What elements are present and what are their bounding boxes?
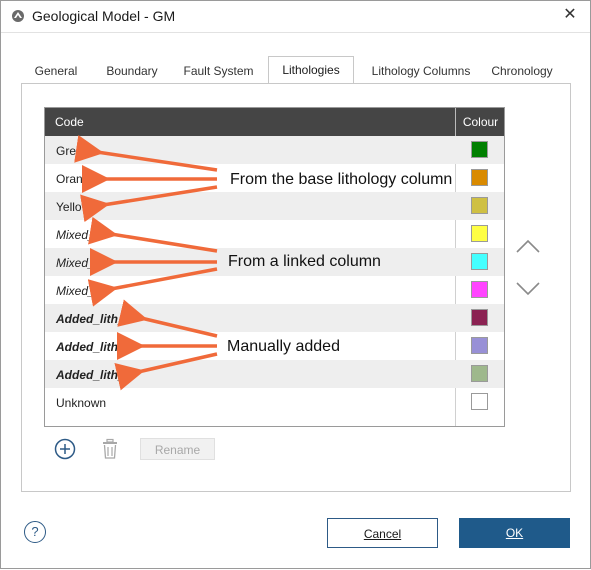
lithology-code: Yellow: [56, 200, 91, 214]
colour-swatch[interactable]: [471, 393, 488, 410]
chevron-down-icon[interactable]: [515, 280, 541, 298]
lithology-code: Added_lith_A: [56, 312, 134, 326]
table-row[interactable]: Yellow: [45, 192, 504, 220]
rename-button[interactable]: Rename: [140, 438, 215, 460]
chevron-up-icon[interactable]: [515, 237, 541, 255]
title-bar: Geological Model - GM ✕: [1, 1, 590, 33]
colour-swatch[interactable]: [471, 253, 488, 270]
table-row[interactable]: Added_lith_C: [45, 360, 504, 388]
lithology-code: Added_lith_B: [56, 340, 134, 354]
tab-lithology-columns[interactable]: Lithology Columns: [364, 58, 478, 84]
dialog-window: Geological Model - GM ✕ General Boundary…: [0, 0, 591, 569]
tab-chronology[interactable]: Chronology: [488, 58, 556, 84]
table-row[interactable]: Mixed_C: [45, 276, 504, 304]
colour-swatch[interactable]: [471, 281, 488, 298]
colour-swatch[interactable]: [471, 365, 488, 382]
column-header-code[interactable]: Code: [55, 115, 84, 129]
lithology-code: Orange: [56, 172, 97, 186]
window-title: Geological Model - GM: [32, 8, 176, 24]
lithology-code: Unknown: [56, 396, 107, 410]
annotation-manually-added: Manually added: [227, 338, 340, 355]
add-icon[interactable]: [54, 438, 76, 460]
tab-fault-system[interactable]: Fault System: [181, 58, 256, 84]
lithology-code: Added_lith_C: [56, 368, 134, 382]
annotation-base-column: From the base lithology column: [230, 171, 453, 188]
column-header-colour[interactable]: Colour: [455, 108, 504, 136]
tab-lithologies[interactable]: Lithologies: [268, 56, 354, 85]
app-logo-icon: [12, 10, 24, 22]
cancel-button[interactable]: Cancel: [327, 518, 438, 548]
colour-swatch[interactable]: [471, 141, 488, 158]
table-row[interactable]: Unknown: [45, 388, 504, 416]
annotation-linked-column: From a linked column: [228, 253, 381, 270]
trash-icon[interactable]: [100, 438, 120, 460]
help-icon[interactable]: ?: [24, 521, 46, 543]
close-button[interactable]: ✕: [560, 5, 580, 25]
lithology-code: Mixed_B: [56, 256, 103, 270]
colour-swatch[interactable]: [471, 337, 488, 354]
tab-boundary[interactable]: Boundary: [100, 58, 164, 84]
ok-button[interactable]: OK: [459, 518, 570, 548]
lithology-code: Mixed_A: [56, 228, 103, 242]
colour-swatch[interactable]: [471, 309, 488, 326]
table-row[interactable]: Mixed_A: [45, 220, 504, 248]
table-header: Code Colour: [45, 108, 504, 136]
colour-swatch[interactable]: [471, 225, 488, 242]
lithology-code: Green: [56, 144, 90, 158]
colour-swatch[interactable]: [471, 197, 488, 214]
table-row[interactable]: Green: [45, 136, 504, 164]
colour-swatch[interactable]: [471, 169, 488, 186]
lithology-code: Mixed_C: [56, 284, 104, 298]
tab-general[interactable]: General: [29, 58, 83, 84]
table-row[interactable]: Added_lith_A: [45, 304, 504, 332]
